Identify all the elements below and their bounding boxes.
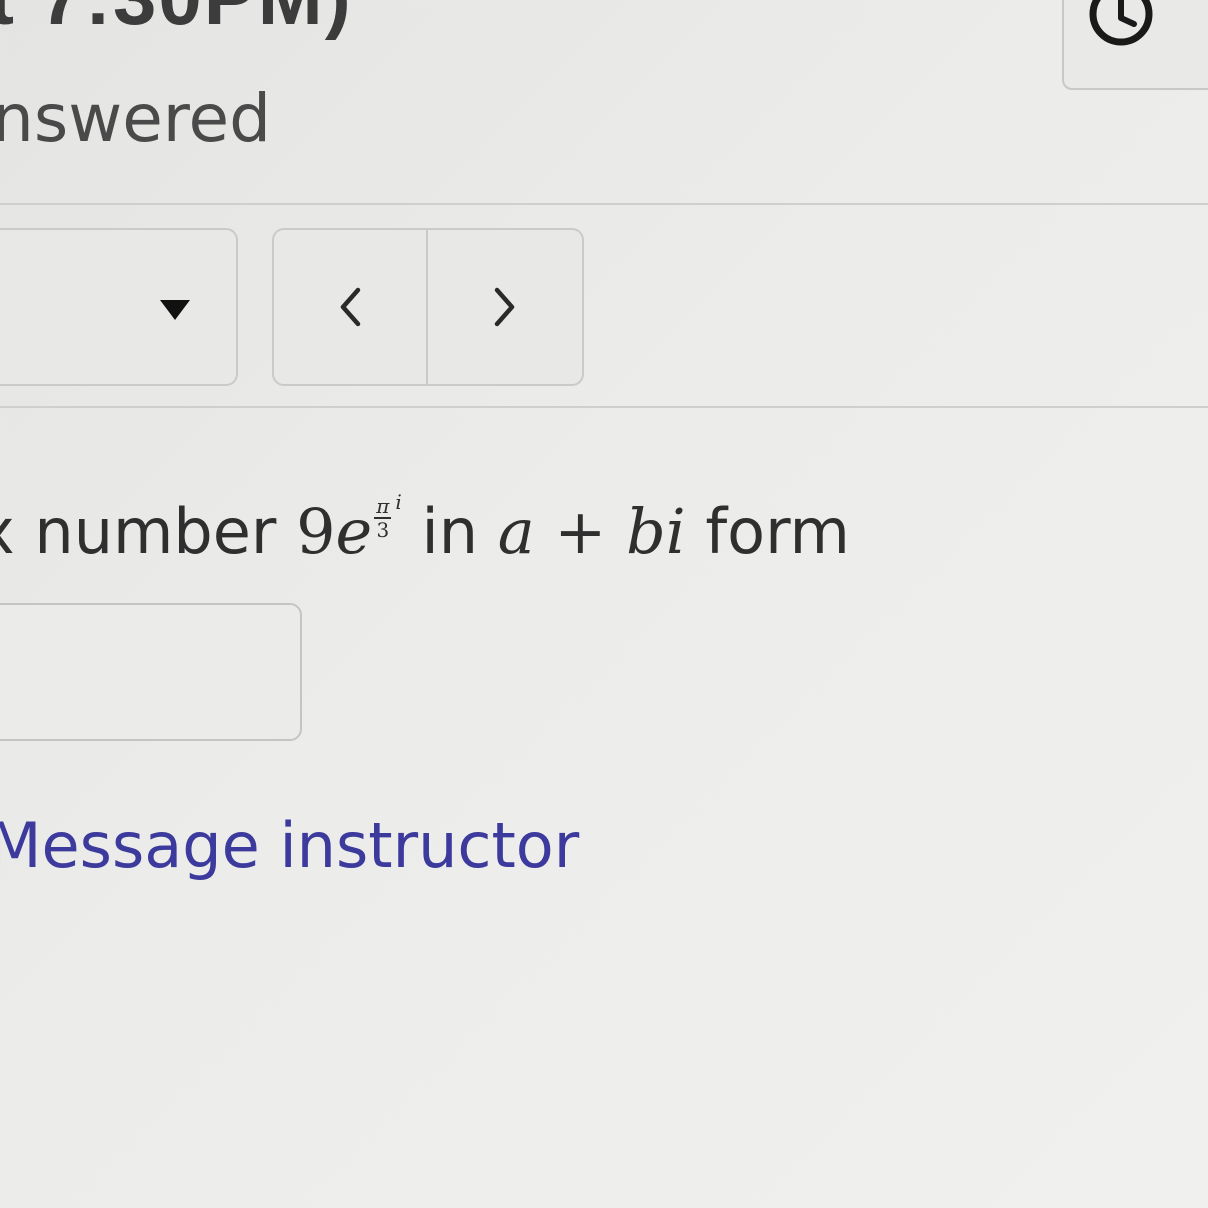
chevron-right-icon: [494, 287, 515, 327]
header-divider: [0, 203, 1208, 205]
exponent-imaginary-unit: i: [395, 490, 402, 514]
exponent-denominator: 3: [376, 517, 390, 542]
exponent-fraction: π3: [374, 493, 392, 542]
question-select-dropdown[interactable]: [0, 228, 238, 386]
exponent-numerator: π: [374, 493, 392, 519]
nav-divider: [0, 406, 1208, 408]
assignment-due-time: t 7:30PM): [0, 0, 353, 43]
question-text-suffix: form: [685, 495, 850, 568]
caret-down-icon: [160, 300, 190, 320]
form-bi: bi: [626, 495, 686, 568]
message-instructor-link[interactable]: Message instructor: [0, 811, 579, 880]
answer-status: nswered: [0, 80, 271, 157]
form-plus: +: [534, 495, 627, 568]
previous-question-button[interactable]: [274, 230, 426, 384]
math-coefficient: 9: [296, 495, 336, 568]
answer-input[interactable]: [0, 603, 302, 741]
math-base: e: [335, 495, 373, 568]
form-a: a: [497, 495, 535, 568]
question-text-prefix: x number: [0, 495, 297, 568]
math-exponent: π3i: [374, 492, 402, 540]
question-text-middle: in: [401, 495, 498, 568]
question-prompt: x number 9e π 3 i in a + bi form: [0, 492, 850, 563]
next-question-button[interactable]: [428, 230, 582, 384]
chevron-left-icon: [340, 287, 361, 327]
clock-icon: [1089, 0, 1153, 46]
